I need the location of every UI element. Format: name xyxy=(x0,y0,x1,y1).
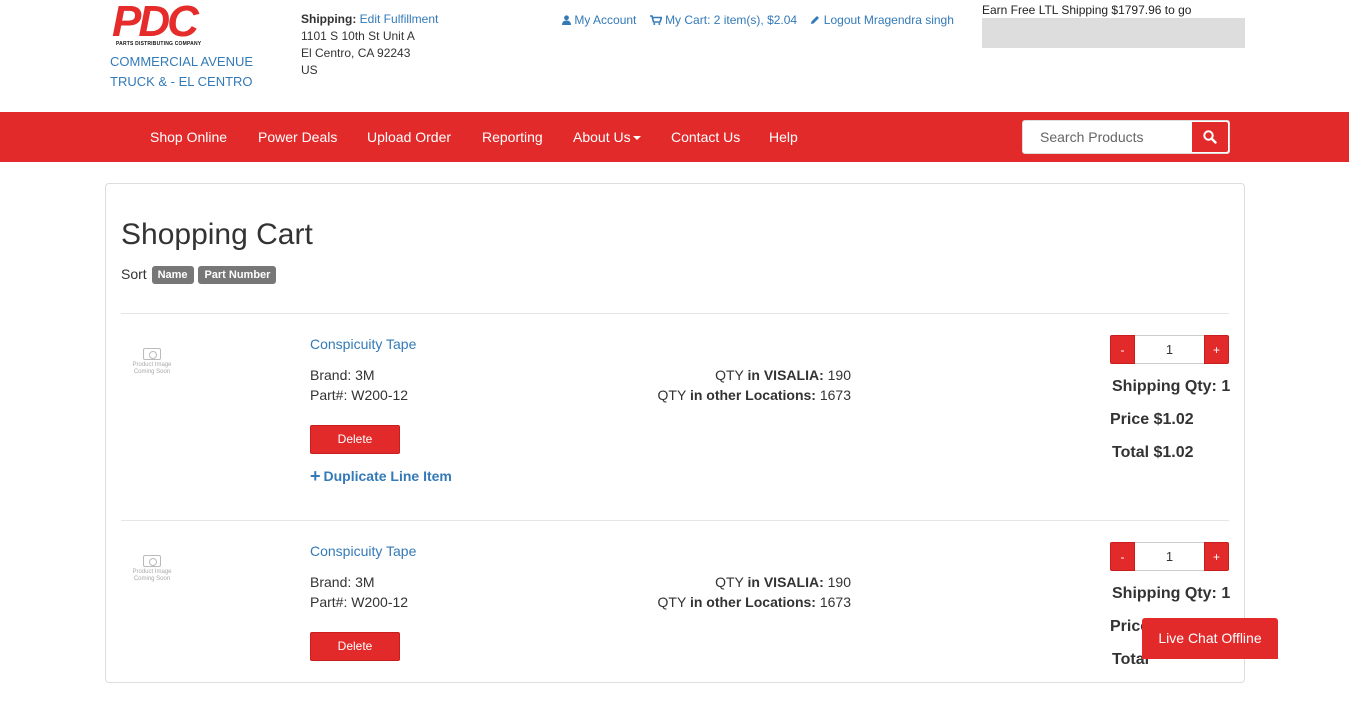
shipping-address-block: Shipping: Edit Fulfillment 1101 S 10th S… xyxy=(301,11,438,79)
search-input[interactable] xyxy=(1023,121,1193,153)
unit-price: Price $1.02 xyxy=(1110,411,1194,428)
user-icon xyxy=(562,15,571,25)
product-name-link[interactable]: Conspicuity Tape xyxy=(310,336,416,352)
qty-local: QTY in VISALIA: 190 xyxy=(715,367,851,383)
qty-other-label: in other Locations: xyxy=(689,594,816,610)
shipping-address-line-1: 1101 S 10th St Unit A xyxy=(301,29,415,43)
logout-link[interactable]: Logout Mragendra singh xyxy=(810,13,954,27)
logout-label: Logout Mragendra singh xyxy=(823,13,954,27)
qty-local-label: in VISALIA: xyxy=(747,574,824,590)
ltl-shipping-text: Earn Free LTL Shipping $1797.96 to go xyxy=(982,3,1192,17)
search-icon xyxy=(1203,130,1217,144)
qty-prefix: QTY xyxy=(715,367,744,383)
duplicate-line-item-link[interactable]: + Duplicate Line Item xyxy=(310,466,452,487)
plus-icon: + xyxy=(310,466,321,486)
camera-icon xyxy=(143,555,161,567)
ltl-shipping-progress: Earn Free LTL Shipping $1797.96 to go xyxy=(982,2,1245,48)
product-image[interactable]: Product Image Coming Soon xyxy=(130,348,174,380)
pdc-logo[interactable]: PDC PARTS DISTRIBUTING COMPANY xyxy=(112,0,212,48)
quantity-input[interactable]: 1 xyxy=(1135,335,1204,364)
qty-other-value: 1673 xyxy=(819,387,851,403)
duplicate-line-item-label: Duplicate Line Item xyxy=(323,468,452,484)
shipping-address-line-2: El Centro, CA 92243 xyxy=(301,46,411,60)
product-brand: Brand: 3M xyxy=(310,574,375,590)
qty-other-locations: QTY in other Locations: 1673 xyxy=(658,594,851,610)
live-chat-button[interactable]: Live Chat Offline xyxy=(1142,618,1278,659)
my-account-label: My Account xyxy=(574,13,637,27)
decrement-button[interactable]: - xyxy=(1110,542,1135,571)
shipping-qty: Shipping Qty: 1 xyxy=(1112,378,1231,395)
cart-item: Product Image Coming Soon Conspicuity Ta… xyxy=(106,314,1246,520)
qty-prefix: QTY xyxy=(657,387,687,403)
nav-contact-us[interactable]: Contact Us xyxy=(671,129,740,145)
product-image-placeholder-text: Product Image Coming Soon xyxy=(132,569,172,582)
increment-button[interactable]: + xyxy=(1204,335,1229,364)
qty-local-value: 190 xyxy=(827,574,851,590)
nav-about-us-label: About Us xyxy=(573,129,631,145)
product-name-link[interactable]: Conspicuity Tape xyxy=(310,543,416,559)
cart-panel: Shopping Cart Sort Name Part Number Prod… xyxy=(105,183,1245,683)
caret-down-icon xyxy=(632,136,641,141)
branch-line-1[interactable]: COMMERCIAL AVENUE xyxy=(110,52,253,72)
page-title: Shopping Cart xyxy=(121,218,313,251)
delete-button[interactable]: Delete xyxy=(310,425,400,454)
search-button[interactable] xyxy=(1191,121,1229,153)
qty-other-label: in other Locations: xyxy=(689,387,816,403)
product-part-number: Part#: W200-12 xyxy=(310,594,409,610)
logo-wordmark: PDC xyxy=(112,0,199,46)
sort-controls: Sort Name Part Number xyxy=(121,266,277,284)
qty-prefix: QTY xyxy=(715,574,744,590)
line-total: Total $1.02 xyxy=(1112,444,1194,461)
branch-name[interactable]: COMMERCIAL AVENUE TRUCK & - EL CENTRO xyxy=(110,52,253,92)
qty-prefix: QTY xyxy=(657,594,687,610)
sort-by-name[interactable]: Name xyxy=(151,266,194,284)
qty-other-locations: QTY in other Locations: 1673 xyxy=(658,387,851,403)
product-part-number: Part#: W200-12 xyxy=(310,387,409,403)
quantity-input[interactable]: 1 xyxy=(1135,542,1204,571)
delete-button[interactable]: Delete xyxy=(310,632,400,661)
product-image-placeholder-text: Product Image Coming Soon xyxy=(132,362,172,375)
qty-local-label: in VISALIA: xyxy=(747,367,824,383)
product-brand: Brand: 3M xyxy=(310,367,375,383)
decrement-button[interactable]: - xyxy=(1110,335,1135,364)
my-cart-label: My Cart: 2 item(s), $2.04 xyxy=(665,13,798,27)
search-box xyxy=(1022,120,1230,154)
qty-local-value: 190 xyxy=(827,367,851,383)
camera-icon xyxy=(143,348,161,360)
nav-help[interactable]: Help xyxy=(769,129,798,145)
quantity-stepper: - 1 + xyxy=(1110,542,1229,572)
nav-shop-online[interactable]: Shop Online xyxy=(150,129,227,145)
edit-fulfillment-link[interactable]: Edit Fulfillment xyxy=(360,12,439,26)
my-account-link[interactable]: My Account xyxy=(562,13,640,27)
sort-by-part-number[interactable]: Part Number xyxy=(198,266,277,284)
pencil-icon xyxy=(811,16,820,24)
nav-about-us[interactable]: About Us xyxy=(573,129,641,145)
shipping-label: Shipping: xyxy=(301,12,357,26)
product-image[interactable]: Product Image Coming Soon xyxy=(130,555,174,587)
shipping-qty: Shipping Qty: 1 xyxy=(1112,585,1231,602)
ltl-progress-bar xyxy=(982,18,1245,48)
site-header: PDC PARTS DISTRIBUTING COMPANY COMMERCIA… xyxy=(0,0,1349,112)
nav-power-deals[interactable]: Power Deals xyxy=(258,129,337,145)
logo-subtitle: PARTS DISTRIBUTING COMPANY xyxy=(116,41,202,47)
quantity-stepper: - 1 + xyxy=(1110,335,1229,365)
my-cart-link[interactable]: My Cart: 2 item(s), $2.04 xyxy=(649,13,801,27)
branch-line-2[interactable]: TRUCK & - EL CENTRO xyxy=(110,72,253,92)
sort-label: Sort xyxy=(121,266,147,282)
nav-reporting[interactable]: Reporting xyxy=(482,129,543,145)
main-nav: Shop Online Power Deals Upload Order Rep… xyxy=(0,112,1349,162)
cart-icon xyxy=(649,15,663,25)
account-links: My Account My Cart: 2 item(s), $2.04 Log… xyxy=(562,13,964,27)
increment-button[interactable]: + xyxy=(1204,542,1229,571)
nav-upload-order[interactable]: Upload Order xyxy=(367,129,451,145)
qty-other-value: 1673 xyxy=(819,594,851,610)
shipping-country: US xyxy=(301,63,318,77)
qty-local: QTY in VISALIA: 190 xyxy=(715,574,851,590)
cart-item: Product Image Coming Soon Conspicuity Ta… xyxy=(106,521,1246,727)
